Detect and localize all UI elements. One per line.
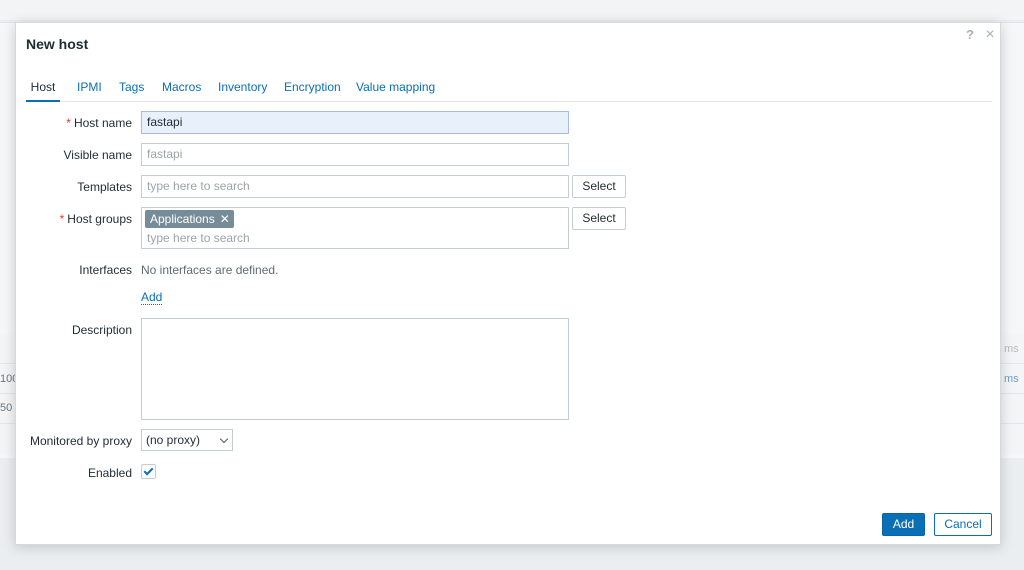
proxy-label: Monitored by proxy: [29, 434, 132, 448]
tab-tags[interactable]: Tags: [119, 79, 144, 102]
templates-label: Templates: [77, 180, 132, 194]
chevron-down-icon: [219, 434, 229, 444]
description-textarea[interactable]: [141, 318, 569, 420]
dialog-title: New host: [26, 36, 89, 52]
required-marker: *: [66, 116, 71, 130]
background-text: ms: [1004, 343, 1019, 355]
description-label: Description: [71, 323, 132, 337]
background-text: ms: [1004, 373, 1019, 385]
tab-macros[interactable]: Macros: [162, 79, 201, 102]
close-icon[interactable]: ×: [982, 27, 998, 43]
templates-select-button[interactable]: Select: [572, 175, 626, 198]
enabled-checkbox[interactable]: [141, 464, 156, 479]
tab-encryption[interactable]: Encryption: [284, 79, 341, 102]
host-name-input[interactable]: fastapi: [141, 111, 569, 134]
remove-chip-icon[interactable]: ✕: [220, 212, 230, 226]
help-icon[interactable]: ?: [962, 27, 978, 43]
background-header: [0, 0, 1024, 20]
host-groups-search-input[interactable]: type here to search: [147, 231, 250, 245]
proxy-select[interactable]: (no proxy): [141, 429, 233, 451]
tab-ipmi[interactable]: IPMI: [77, 79, 102, 102]
host-groups-label: * Host groups: [59, 212, 132, 226]
visible-name-label: Visible name: [63, 148, 132, 162]
tab-inventory[interactable]: Inventory: [218, 79, 267, 102]
host-groups-multiselect[interactable]: Applications ✕ type here to search: [141, 207, 569, 249]
proxy-select-value: (no proxy): [146, 433, 201, 447]
cancel-button[interactable]: Cancel: [934, 513, 992, 536]
background-text: 50: [0, 402, 13, 414]
interfaces-label: Interfaces: [79, 263, 132, 277]
host-group-chip: Applications ✕: [145, 210, 234, 228]
add-interface-link[interactable]: Add: [141, 291, 163, 305]
host-name-label: * Host name: [66, 116, 132, 130]
host-groups-select-button[interactable]: Select: [572, 207, 626, 230]
no-interfaces-text: No interfaces are defined.: [141, 263, 279, 277]
tab-host[interactable]: Host: [26, 79, 60, 102]
checkmark-icon: [143, 465, 154, 476]
new-host-dialog: New host ? × Host IPMI Tags Macros Inven…: [15, 22, 1001, 545]
templates-input[interactable]: type here to search: [141, 175, 569, 198]
add-button[interactable]: Add: [882, 513, 925, 536]
visible-name-input[interactable]: fastapi: [141, 143, 569, 166]
enabled-label: Enabled: [87, 466, 132, 480]
tab-value-mapping[interactable]: Value mapping: [356, 79, 435, 102]
required-marker: *: [59, 212, 65, 226]
tab-bar: Host IPMI Tags Macros Inventory Encrypti…: [26, 79, 992, 102]
